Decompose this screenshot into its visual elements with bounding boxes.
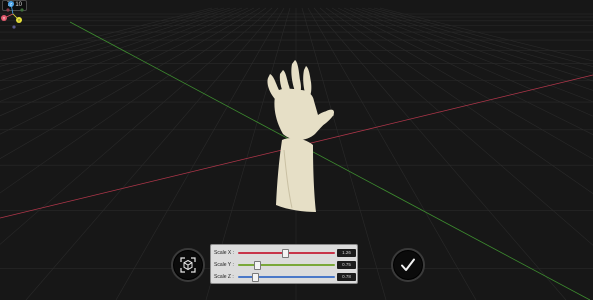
- gizmo-neg-y-handle[interactable]: [20, 8, 24, 12]
- scale-z-slider-thumb[interactable]: [252, 273, 260, 282]
- confirm-button[interactable]: [391, 248, 425, 282]
- scale-z-row: Scale Z : 0.78: [211, 272, 357, 282]
- gizmo-neg-z-handle[interactable]: [12, 25, 16, 29]
- scale-panel: Scale X : 1.26 Scale Y : 0.75 Scale Z : …: [210, 244, 358, 284]
- scale-y-slider-thumb[interactable]: [254, 261, 262, 270]
- scale-x-row: Scale X : 1.26: [211, 248, 357, 258]
- grid-line: [325, 7, 593, 194]
- scale-z-label: Scale Z :: [214, 274, 234, 280]
- scale-y-row: Scale Y : 0.75: [211, 260, 357, 270]
- scale-y-track[interactable]: [238, 264, 335, 266]
- index-finger-shape: [267, 74, 280, 100]
- scale-x-label: Scale X :: [214, 250, 235, 256]
- forearm-shape: [276, 137, 316, 212]
- scale-z-value[interactable]: 0.78: [337, 273, 356, 281]
- scale-x-slider-thumb[interactable]: [281, 249, 289, 258]
- gizmo-neg-x-handle[interactable]: [6, 8, 10, 12]
- orientation-gizmo[interactable]: Z X Y: [0, 0, 26, 32]
- scale-x-value[interactable]: 1.26: [337, 249, 356, 257]
- checkmark-icon: [401, 258, 415, 271]
- grid-line: [319, 7, 593, 246]
- scale-y-value[interactable]: 0.75: [337, 261, 356, 269]
- gizmo-x-label: X: [3, 16, 6, 21]
- frame-object-button[interactable]: [171, 248, 205, 282]
- grid-line: [331, 7, 593, 160]
- hand-model[interactable]: [267, 60, 335, 212]
- gizmo-y-label: Y: [18, 18, 21, 23]
- scale-y-label: Scale Y :: [214, 262, 234, 268]
- grid-line: [337, 7, 593, 135]
- frame-object-icon: [180, 257, 196, 273]
